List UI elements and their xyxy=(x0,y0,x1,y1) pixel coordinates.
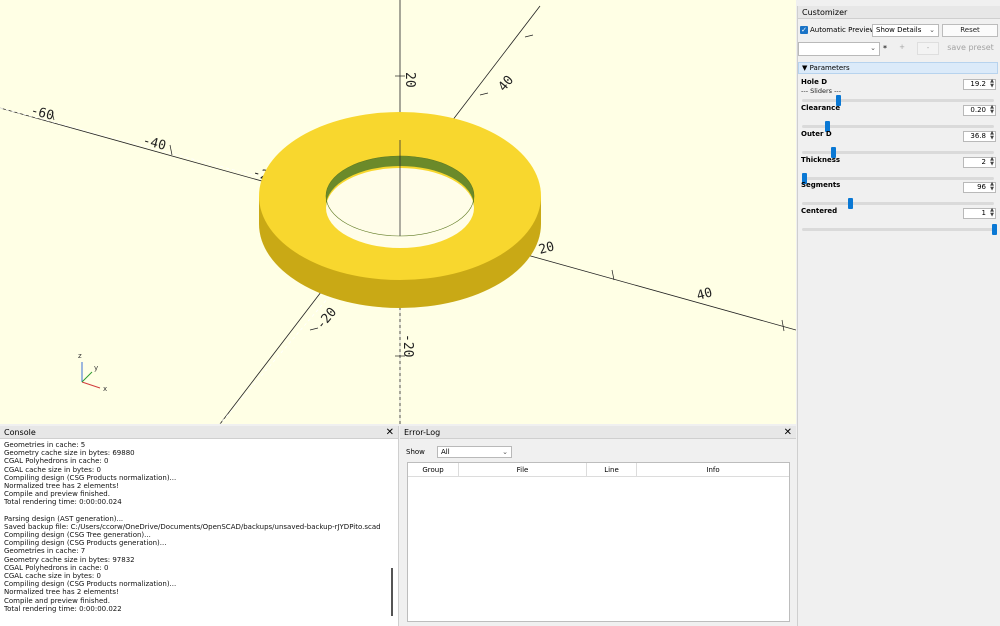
axis-gizmo: z y x xyxy=(78,352,107,393)
axis-label-y-40: 40 xyxy=(496,73,518,95)
console-header: Console ✕ xyxy=(0,426,398,439)
param-slider-track[interactable] xyxy=(802,202,994,205)
param-slider-track[interactable] xyxy=(802,99,994,102)
add-preset-button[interactable]: + xyxy=(891,42,913,55)
console-line: Normalized tree has 2 elements! xyxy=(4,588,119,597)
parameters-group-header[interactable]: ▼ Parameters xyxy=(798,62,998,74)
param-value-spinbox[interactable]: 36.8 ▲ ▼ xyxy=(963,131,996,142)
param-value-spinbox[interactable]: 0.20 ▲ ▼ xyxy=(963,105,996,116)
axis-label-x-20: 20 xyxy=(537,239,556,258)
param-value-spinbox[interactable]: 1 ▲ ▼ xyxy=(963,208,996,219)
automatic-preview-label: Automatic Preview xyxy=(810,26,876,34)
details-select[interactable]: Show Details ⌄ xyxy=(872,24,939,37)
preset-modified-indicator: * xyxy=(883,44,887,53)
close-icon[interactable]: ✕ xyxy=(386,426,394,439)
preset-select[interactable]: ⌄ xyxy=(798,42,880,56)
error-log-panel: Error-Log ✕ Show All ⌄ Group File Line I… xyxy=(400,426,796,626)
chevron-down-icon: ⌄ xyxy=(502,448,508,456)
console-line: Saved backup file: C:/Users/ccorw/OneDri… xyxy=(4,522,381,531)
console-line: CGAL cache size in bytes: 0 xyxy=(4,572,101,580)
customizer-header: Customizer xyxy=(798,6,1000,19)
error-log-table[interactable]: Group File Line Info xyxy=(407,462,790,622)
chevron-down-icon: ⌄ xyxy=(870,44,876,52)
param-label: Thickness xyxy=(801,156,841,164)
console-line: CGAL cache size in bytes: 0 xyxy=(4,465,101,474)
spin-arrows-icon[interactable]: ▲ ▼ xyxy=(990,131,994,141)
remove-preset-button[interactable]: - xyxy=(917,42,939,55)
axis-label-z-20: 20 xyxy=(402,72,417,88)
param-value-spinbox[interactable]: 2 ▲ ▼ xyxy=(963,157,996,168)
save-preset-button[interactable]: save preset xyxy=(943,42,998,55)
show-label: Show xyxy=(406,448,425,456)
param-label: Segments xyxy=(801,181,841,189)
reset-button[interactable]: Reset xyxy=(942,24,998,37)
console-line: Parsing design (AST generation)... xyxy=(4,514,124,523)
customizer-title: Customizer xyxy=(802,8,848,17)
error-log-header: Error-Log ✕ xyxy=(400,426,796,439)
param-slider-track[interactable] xyxy=(802,228,994,231)
param-slider-handle[interactable] xyxy=(847,198,853,209)
console-line: Normalized tree has 2 elements! xyxy=(4,481,119,490)
console-line: Geometries in cache: 5 xyxy=(4,441,86,449)
spin-arrows-icon[interactable]: ▲ ▼ xyxy=(990,208,994,218)
axis-label-x-neg60: -60 xyxy=(29,103,56,124)
console-line: Geometry cache size in bytes: 97832 xyxy=(4,555,135,564)
console-line: Compiling design (CSG Products generatio… xyxy=(4,539,167,548)
param-slider-handle[interactable] xyxy=(992,224,997,235)
console-line: Geometry cache size in bytes: 69880 xyxy=(4,449,135,458)
spin-arrows-icon[interactable]: ▲ ▼ xyxy=(990,105,994,115)
param-sublabel: --- Sliders --- xyxy=(801,87,842,95)
console-line: Total rendering time: 0:00:00.024 xyxy=(4,498,122,507)
console-line: Compiling design (CSG Products normaliza… xyxy=(4,580,177,589)
console-line: Compiling design (CSG Tree generation)..… xyxy=(4,531,151,540)
customizer-panel: Customizer ✓ Automatic Preview Show Deta… xyxy=(797,6,1000,626)
console-output[interactable]: Geometries in cache: 5 Geometry cache siz… xyxy=(4,441,388,625)
spin-arrows-icon[interactable]: ▲ ▼ xyxy=(990,182,994,192)
param-label: Outer D xyxy=(801,130,832,138)
column-header-line[interactable]: Line xyxy=(587,463,637,477)
error-log-title: Error-Log xyxy=(404,428,441,437)
console-line: Compile and preview finished. xyxy=(4,490,110,499)
param-label: Clearance xyxy=(801,104,841,112)
spin-arrows-icon[interactable]: ▲ ▼ xyxy=(990,157,994,167)
gizmo-z-label: z xyxy=(78,352,82,360)
param-label: Centered xyxy=(801,207,838,215)
column-header-group[interactable]: Group xyxy=(408,463,459,477)
console-title: Console xyxy=(4,428,36,437)
chevron-down-icon: ⌄ xyxy=(929,26,935,34)
column-header-info[interactable]: Info xyxy=(637,463,789,477)
console-line: Geometries in cache: 7 xyxy=(4,547,86,556)
axis-label-x-40: 40 xyxy=(695,285,714,304)
axis-label-x-neg40: -40 xyxy=(141,133,168,154)
console-line: Total rendering time: 0:00:00.022 xyxy=(4,604,122,613)
console-line: Compiling design (CSG Products normaliza… xyxy=(4,473,177,482)
3d-viewport[interactable]: 20 40 -20 -40 -60 20 40 -20 20 -20 xyxy=(0,0,796,424)
param-value-spinbox[interactable]: 96 ▲ ▼ xyxy=(963,182,996,193)
automatic-preview-checkbox[interactable]: ✓ xyxy=(800,26,808,34)
console-scrollbar[interactable] xyxy=(391,568,393,616)
viewport-canvas: 20 40 -20 -40 -60 20 40 -20 20 -20 xyxy=(0,0,796,424)
gizmo-x-label: x xyxy=(103,385,107,393)
param-label: Hole D xyxy=(801,78,828,86)
column-header-file[interactable]: File xyxy=(459,463,587,477)
console-panel: Console ✕ Geometries in cache: 5 Geometry… xyxy=(0,426,399,626)
console-line: CGAL Polyhedrons in cache: 0 xyxy=(4,563,109,572)
gizmo-y-label: y xyxy=(94,364,98,372)
console-line: Compile and preview finished. xyxy=(4,596,110,605)
param-slider-track[interactable] xyxy=(802,177,994,180)
show-filter-select[interactable]: All ⌄ xyxy=(437,446,512,458)
console-line: CGAL Polyhedrons in cache: 0 xyxy=(4,457,109,466)
axis-label-z-neg20: -20 xyxy=(400,334,415,357)
param-value-spinbox[interactable]: 19.2 ▲ ▼ xyxy=(963,79,996,90)
expand-triangle-icon: ▼ xyxy=(802,64,808,72)
close-icon[interactable]: ✕ xyxy=(784,426,792,439)
param-slider-track[interactable] xyxy=(802,125,994,128)
spin-arrows-icon[interactable]: ▲ ▼ xyxy=(990,79,994,89)
